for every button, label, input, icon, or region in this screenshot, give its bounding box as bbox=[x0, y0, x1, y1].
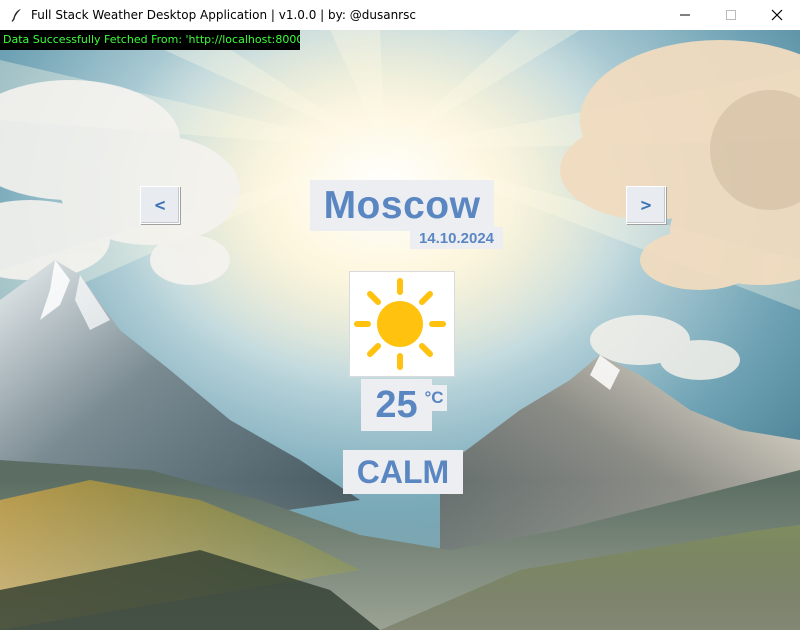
temperature-value: 25 bbox=[375, 383, 418, 426]
temperature-unit: °C bbox=[424, 388, 444, 407]
next-city-button[interactable]: > bbox=[626, 186, 666, 224]
window-controls bbox=[662, 0, 800, 30]
status-message: Data Successfully Fetched From: 'http://… bbox=[0, 30, 300, 50]
minimize-button[interactable] bbox=[662, 0, 708, 30]
close-button[interactable] bbox=[754, 0, 800, 30]
window-title-bar[interactable]: Full Stack Weather Desktop Application |… bbox=[0, 0, 800, 30]
date-label-box: 14.10.2024 bbox=[410, 227, 503, 249]
date: 14.10.2024 bbox=[418, 229, 495, 247]
maximize-button[interactable] bbox=[708, 0, 754, 30]
maximize-icon bbox=[726, 10, 736, 20]
previous-city-button[interactable]: < bbox=[140, 186, 180, 224]
window-title: Full Stack Weather Desktop Application |… bbox=[31, 8, 416, 22]
city-label-box: Moscow bbox=[310, 180, 494, 231]
minimize-icon bbox=[680, 14, 690, 16]
feather-icon bbox=[10, 8, 24, 22]
temperature-unit-box: °C bbox=[421, 385, 447, 411]
sun-icon bbox=[354, 278, 446, 370]
weather-condition: CALM bbox=[356, 453, 450, 490]
city-name: Moscow bbox=[323, 183, 481, 227]
app-content: Data Successfully Fetched From: 'http://… bbox=[0, 30, 800, 630]
condition-box: CALM bbox=[343, 450, 463, 494]
weather-icon-box bbox=[350, 272, 454, 376]
close-icon bbox=[771, 9, 783, 21]
